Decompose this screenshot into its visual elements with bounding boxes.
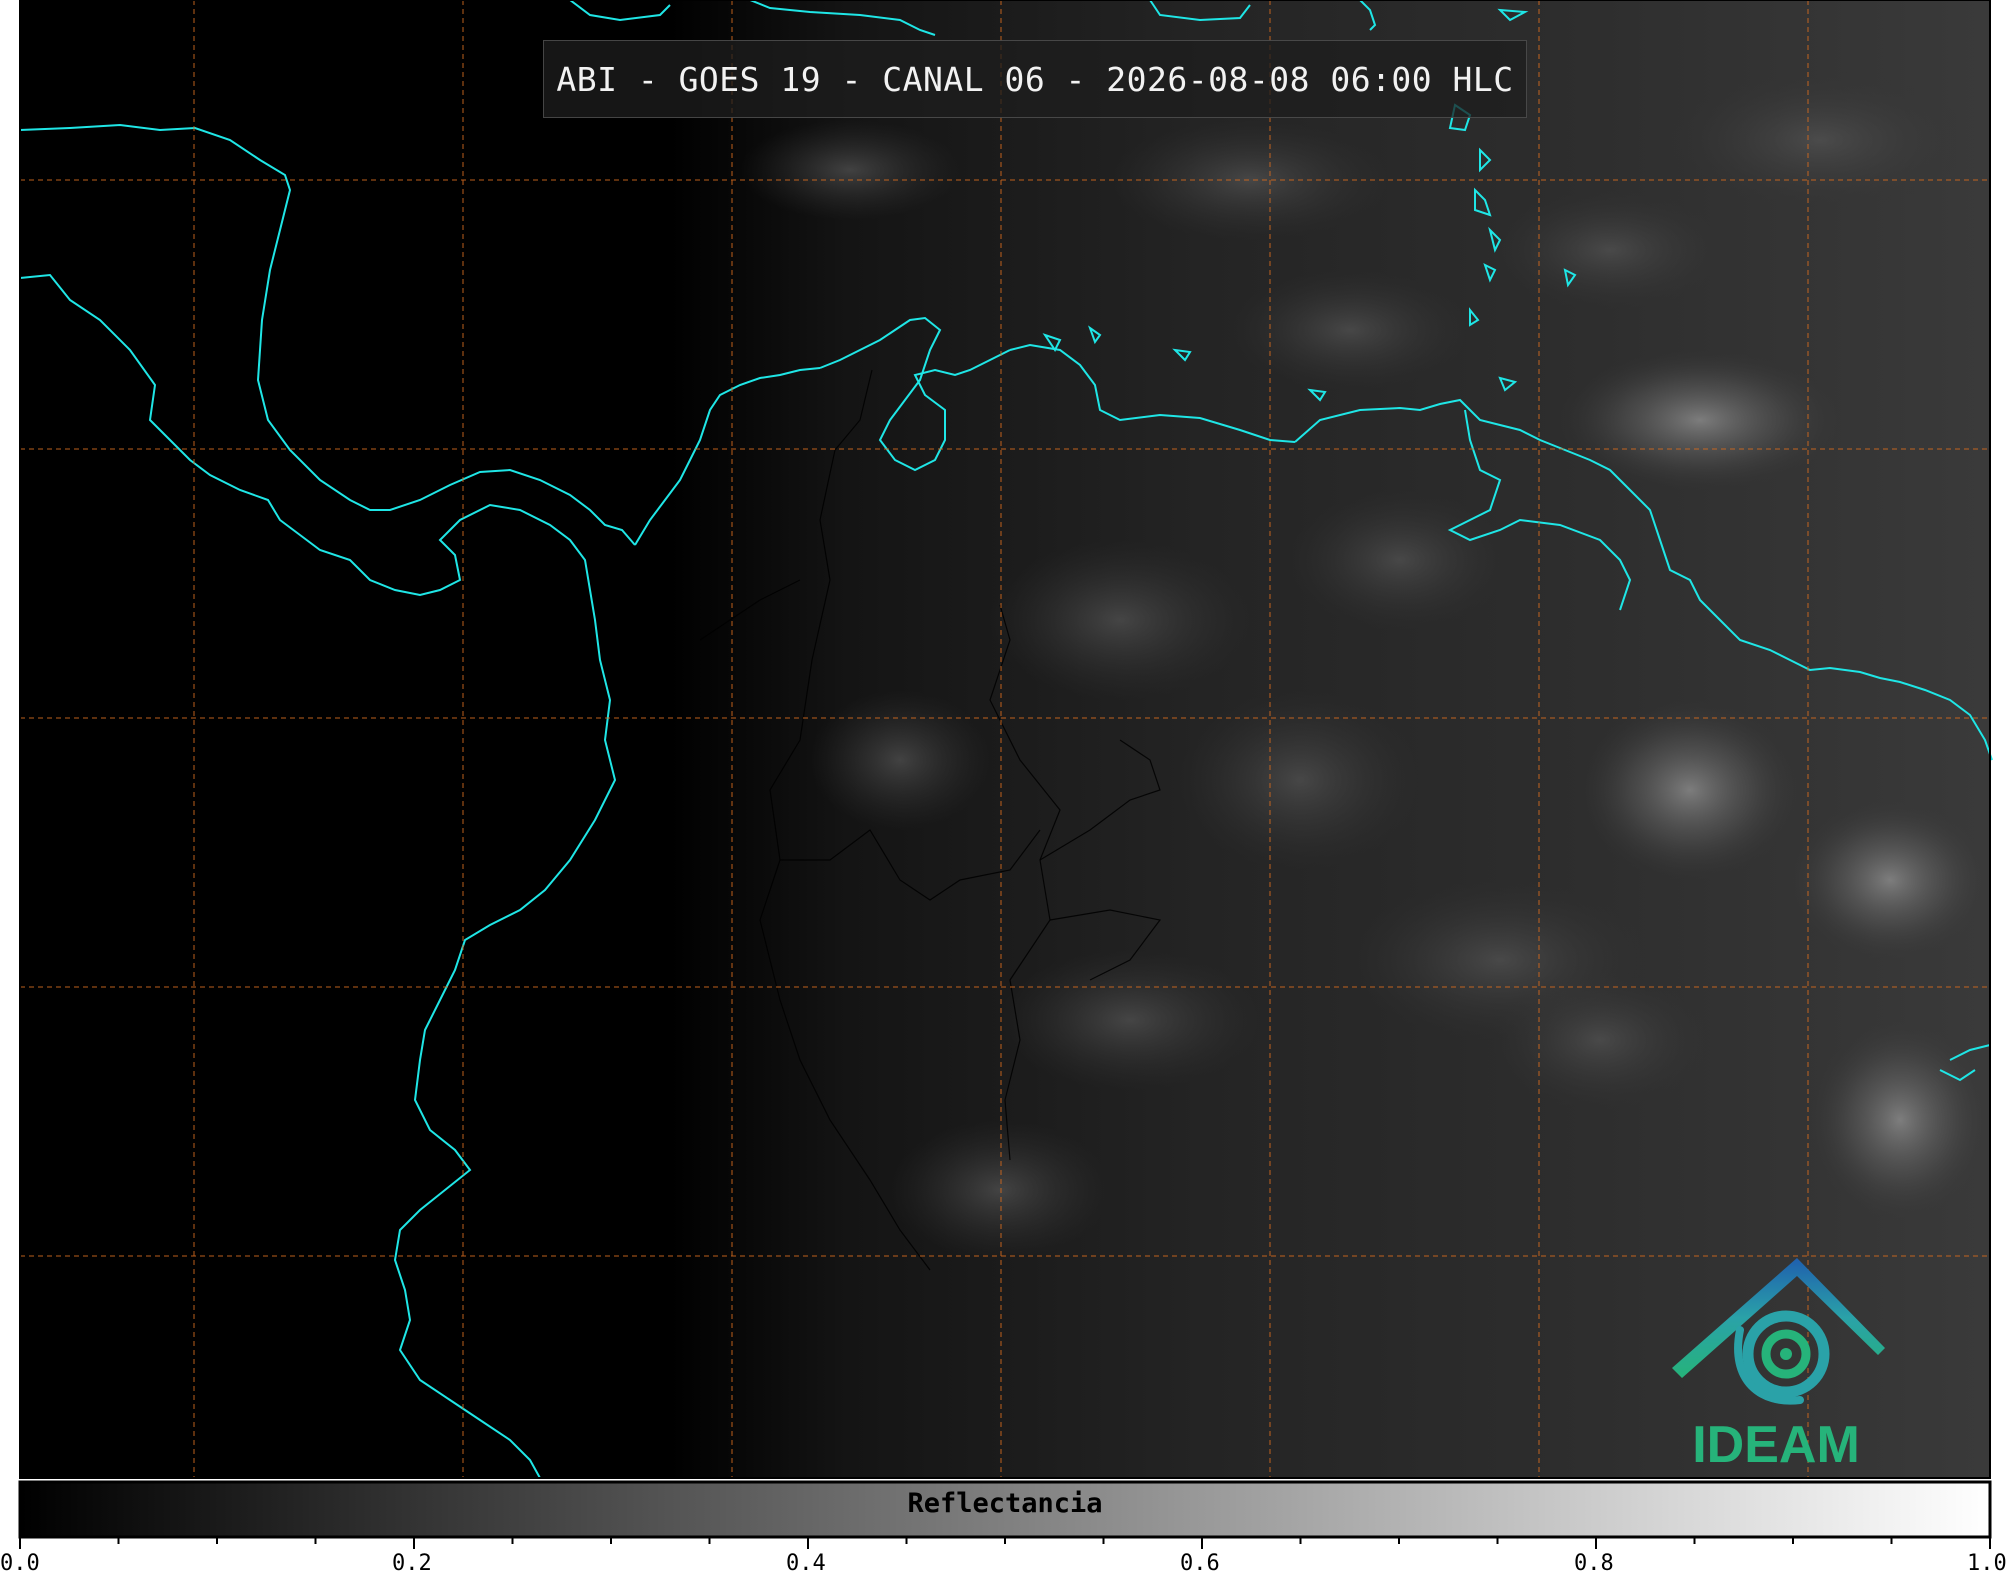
colorbar-tick-label: 0.8 bbox=[1574, 1551, 1614, 1576]
colorbar-tick-label: 0.2 bbox=[392, 1551, 432, 1576]
satellite-map: IDEAM bbox=[18, 0, 1993, 1549]
colorbar-label: Reflectancia bbox=[907, 1488, 1103, 1519]
title-box: ABI - GOES 19 - CANAL 06 - 2026-08-08 06… bbox=[543, 40, 1527, 118]
colorbar-tick-label: 0.0 bbox=[0, 1551, 40, 1576]
colorbar-tick-label: 0.6 bbox=[1180, 1551, 1220, 1576]
colorbar-tick-label: 1.0 bbox=[1967, 1551, 2007, 1576]
logo-wordmark: IDEAM bbox=[1692, 1416, 1860, 1474]
colorbar-tick-label: 0.4 bbox=[786, 1551, 826, 1576]
map-title: ABI - GOES 19 - CANAL 06 - 2026-08-08 06… bbox=[556, 59, 1514, 99]
colorbar-ticks bbox=[19, 1537, 1991, 1549]
